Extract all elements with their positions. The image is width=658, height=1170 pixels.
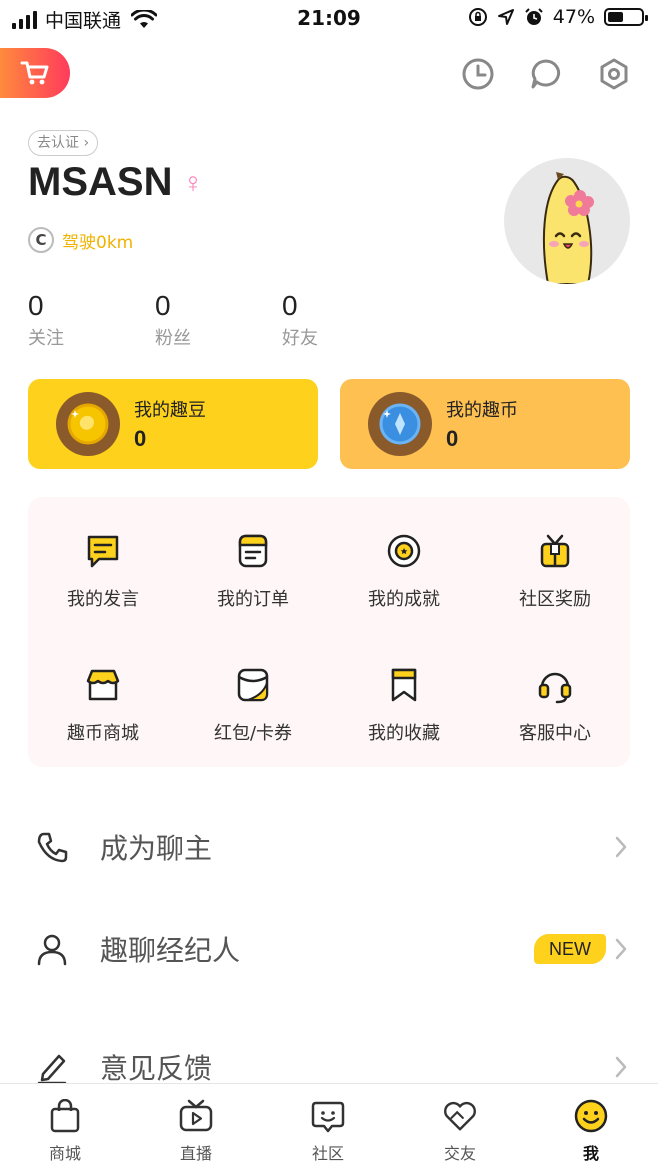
menu-item-become-host[interactable]: 成为聊主 [0,817,658,877]
wallet-title: 我的趣豆 [134,400,206,421]
battery-icon [604,8,648,26]
tab-label: 商城 [48,1144,81,1163]
tv-icon [178,1098,214,1134]
grid-item-community-rewards[interactable]: 社区奖励 [480,531,630,641]
cart-button[interactable] [0,48,70,98]
banana-mascot-icon [542,172,594,284]
grid-item-coin-shop[interactable]: 趣币商城 [28,665,178,775]
history-clock-icon [462,58,494,90]
person-icon [34,931,70,967]
messages-button[interactable] [528,56,564,92]
tab-label: 直播 [179,1144,212,1163]
grid-item-label: 趣币商城 [67,723,139,744]
grid-item-label: 社区奖励 [519,589,591,610]
chevron-right-icon [612,934,630,964]
grid-item-label: 客服中心 [519,723,591,744]
stat-value: 0 [155,290,171,321]
speech-icon [83,531,123,571]
stat-following[interactable]: 0 关注 [28,290,155,350]
female-icon: ♀ [182,166,204,198]
smile-icon [573,1098,609,1134]
bottom-tab-bar: 商城 直播 社区 交友 我 [0,1083,658,1170]
grid-item-label: 我的收藏 [368,723,440,744]
stat-label: 好友 [282,328,318,349]
shop-icon [83,665,123,705]
blue-coin-icon [368,392,432,456]
gold-coin-icon [56,392,120,456]
location-arrow-icon [497,9,514,25]
menu-item-label: 意见反馈 [100,1052,213,1085]
tab-label: 交友 [443,1144,476,1163]
tab-live[interactable]: 直播 [156,1098,236,1164]
menu-item-agent[interactable]: 趣聊经纪人 NEW [0,919,658,979]
feature-grid: 我的发言 我的订单 我的成就 社区奖励 趣币商城 红包/卡券 我的收藏 客服中心 [28,497,630,767]
grid-item-label: 我的发言 [67,589,139,610]
tab-me[interactable]: 我 [551,1098,631,1164]
message-bubble-icon [531,59,561,89]
settings-hexagon-icon [600,58,628,90]
grid-item-label: 我的成就 [368,589,440,610]
rotation-lock-icon [468,8,487,26]
cart-icon [20,61,49,85]
stat-friends[interactable]: 0 好友 [282,290,409,350]
stats-row: 0 关注 0 粉丝 0 好友 [28,290,409,350]
menu-item-label: 成为聊主 [100,832,213,865]
stat-value: 0 [282,290,298,321]
grid-item-my-posts[interactable]: 我的发言 [28,531,178,641]
verify-button[interactable]: 去认证 › [28,130,99,156]
tab-label: 社区 [311,1144,344,1163]
grid-item-label: 红包/卡券 [213,723,293,744]
username: MSASN [28,160,173,204]
avatar[interactable] [504,158,630,284]
menu-item-label: 趣聊经纪人 [100,934,241,967]
phone-icon [34,829,70,865]
headset-icon [535,665,575,705]
wallet-title: 我的趣币 [446,400,518,421]
battery-percent: 47% [552,6,595,28]
drive-label: 驾驶0km [62,232,134,253]
heart-icon [442,1098,478,1134]
stat-label: 关注 [28,328,64,349]
verify-label: 去认证 [37,135,79,151]
bookmark-icon [384,665,424,705]
order-icon [233,531,273,571]
pen-icon [34,1049,70,1085]
wallet-card-coins[interactable]: 我的趣币 0 [340,379,630,469]
new-badge: NEW [534,934,606,964]
status-bar: 中国联通 21:09 47% [0,0,658,40]
tab-mall[interactable]: 商城 [25,1098,105,1164]
grid-item-label: 我的订单 [217,589,289,610]
gift-icon [535,531,575,571]
stat-followers[interactable]: 0 粉丝 [155,290,282,350]
settings-button[interactable] [596,56,632,92]
grid-item-favorites[interactable]: 我的收藏 [329,665,479,775]
drive-badge-icon: C [28,227,54,253]
history-button[interactable] [460,56,496,92]
wallet-card-beans[interactable]: 我的趣豆 0 [28,379,318,469]
stat-value: 0 [28,290,44,321]
tab-label: 我 [582,1144,599,1163]
chevron-right-icon [612,832,630,862]
tab-friends[interactable]: 交友 [420,1098,500,1164]
drive-level[interactable]: C 驾驶0km [28,227,133,253]
tab-community[interactable]: 社区 [288,1098,368,1164]
grid-item-achievements[interactable]: 我的成就 [329,531,479,641]
stat-label: 粉丝 [155,328,191,349]
grid-item-coupons[interactable]: 红包/卡券 [178,665,328,775]
username-row: MSASN ♀ [28,160,203,205]
community-icon [310,1098,346,1134]
wallet-value: 0 [134,426,147,451]
chevron-right-icon [612,1052,630,1082]
wallet-value: 0 [446,426,459,451]
achievement-icon [384,531,424,571]
grid-item-customer-service[interactable]: 客服中心 [480,665,630,775]
coupon-icon [233,665,273,705]
alarm-icon [525,8,543,25]
grid-item-my-orders[interactable]: 我的订单 [178,531,328,641]
bag-icon [47,1098,83,1134]
